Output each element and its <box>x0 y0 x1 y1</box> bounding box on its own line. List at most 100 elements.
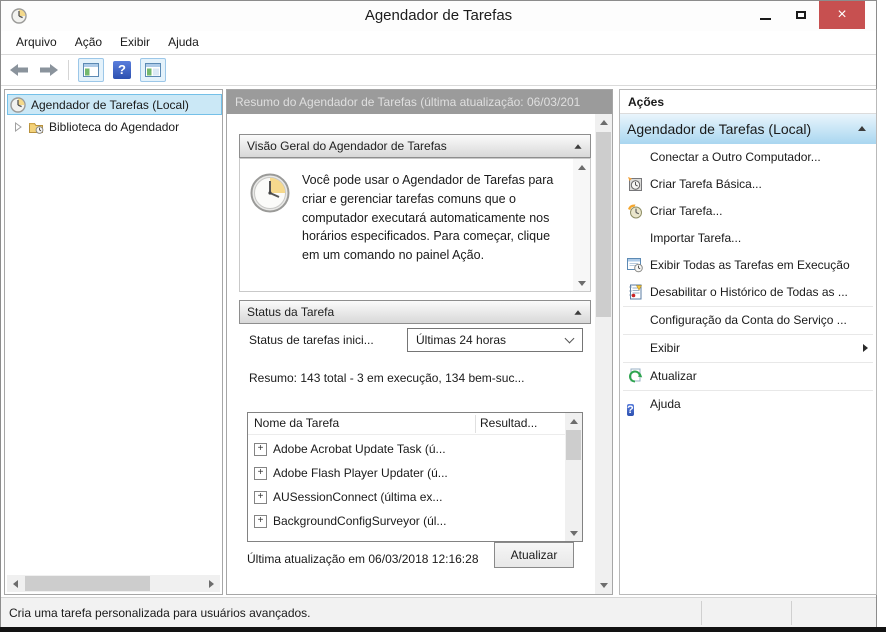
scroll-up-icon[interactable] <box>595 114 612 131</box>
overview-section-body: Você pode usar o Agendador de Tarefas pa… <box>239 158 591 292</box>
status-bar-divider <box>701 601 702 625</box>
table-header-row: Nome da Tarefa Resultad... <box>248 413 565 435</box>
status-bar-divider <box>791 601 792 625</box>
action-help[interactable]: ? Ajuda <box>620 391 876 418</box>
expand-plus-icon[interactable]: + <box>254 515 267 528</box>
create-task-icon <box>627 203 643 219</box>
scroll-down-icon[interactable] <box>573 275 590 291</box>
action-label: Conectar a Outro Computador... <box>650 150 821 164</box>
menu-ajuda[interactable]: Ajuda <box>159 31 208 54</box>
show-action-pane-button[interactable] <box>140 58 166 82</box>
expand-plus-icon[interactable]: + <box>254 467 267 480</box>
action-label: Ajuda <box>650 397 681 411</box>
status-bar-text: Cria uma tarefa personalizada para usuár… <box>9 598 311 628</box>
scrollbar-thumb[interactable] <box>566 430 581 460</box>
expand-plus-icon[interactable]: + <box>254 443 267 456</box>
table-row[interactable]: +AUSessionConnect (última ex... <box>248 485 564 509</box>
actions-title: Ações <box>620 90 876 114</box>
summary-vertical-scrollbar[interactable] <box>595 114 612 594</box>
action-disable-history[interactable]: Desabilitar o Histórico de Todas as ... <box>620 279 876 306</box>
running-tasks-icon <box>627 257 643 273</box>
toolbar: ? <box>1 55 876 86</box>
toolbar-separator <box>68 60 69 80</box>
column-divider[interactable] <box>475 415 476 433</box>
scroll-right-icon[interactable] <box>203 575 220 592</box>
table-scrollbar[interactable] <box>565 413 582 541</box>
overview-scrollbar[interactable] <box>573 159 590 291</box>
menu-bar: Arquivo Ação Exibir Ajuda <box>1 31 876 55</box>
table-row[interactable]: + BackgroundConfigSurveyor (úl... <box>248 509 564 533</box>
scrollbar-thumb[interactable] <box>596 132 611 317</box>
tree-item-root[interactable]: Agendador de Tarefas (Local) <box>5 94 222 115</box>
tree-horizontal-scrollbar[interactable] <box>7 575 220 592</box>
help-icon: ? <box>113 61 131 79</box>
clock-icon <box>10 97 26 113</box>
back-arrow-icon[interactable] <box>9 62 31 78</box>
menu-acao[interactable]: Ação <box>66 31 111 54</box>
last-update-text: Última atualização em 06/03/2018 12:16:2… <box>247 552 479 566</box>
action-create-task[interactable]: Criar Tarefa... <box>620 198 876 225</box>
refresh-button[interactable]: Atualizar <box>494 542 574 568</box>
menu-arquivo[interactable]: Arquivo <box>7 31 66 54</box>
collapse-icon[interactable] <box>574 310 581 315</box>
menu-exibir[interactable]: Exibir <box>111 31 159 54</box>
tree-item-library[interactable]: Biblioteca do Agendador <box>5 116 222 137</box>
scroll-up-icon[interactable] <box>573 159 590 175</box>
task-name: Adobe Flash Player Updater (ú... <box>273 466 448 480</box>
forward-arrow-icon[interactable] <box>37 62 59 78</box>
action-label: Importar Tarefa... <box>650 231 741 245</box>
scroll-down-icon[interactable] <box>565 525 582 541</box>
console-tree-panel: Agendador de Tarefas (Local) Biblioteca … <box>4 89 223 595</box>
history-icon <box>627 284 643 300</box>
overview-clock-icon <box>250 173 290 213</box>
column-header-name[interactable]: Nome da Tarefa <box>254 413 339 434</box>
action-import-task[interactable]: Importar Tarefa... <box>620 225 876 252</box>
action-create-basic-task[interactable]: Criar Tarefa Básica... <box>620 171 876 198</box>
action-label: Atualizar <box>650 369 697 383</box>
action-label: Criar Tarefa... <box>650 204 722 218</box>
collapse-icon[interactable] <box>574 144 581 149</box>
console-tree-icon <box>83 63 99 77</box>
submenu-arrow-icon <box>863 344 868 352</box>
expand-plus-icon[interactable]: + <box>254 491 267 504</box>
time-range-dropdown[interactable]: Últimas 24 horas <box>407 328 583 352</box>
task-name: BackgroundConfigSurveyor (úl... <box>273 514 446 528</box>
dropdown-value: Últimas 24 horas <box>416 333 506 347</box>
table-row[interactable]: + Adobe Acrobat Update Task (ú... <box>248 437 564 461</box>
window-title: Agendador de Tarefas <box>1 1 876 31</box>
action-view-submenu[interactable]: Exibir <box>620 335 876 362</box>
overview-description: Você pode usar o Agendador de Tarefas pa… <box>302 171 566 265</box>
action-label: Criar Tarefa Básica... <box>650 177 762 191</box>
column-header-result[interactable]: Resultad... <box>480 413 537 434</box>
action-label: Configuração da Conta do Serviço ... <box>650 313 847 327</box>
scroll-down-icon[interactable] <box>595 577 612 594</box>
maximize-button[interactable] <box>783 1 819 29</box>
expander-icon[interactable] <box>13 122 23 132</box>
action-label: Exibir <box>650 341 680 355</box>
action-refresh[interactable]: Atualizar <box>620 363 876 390</box>
scrollbar-thumb[interactable] <box>25 576 150 591</box>
collapse-icon[interactable] <box>858 126 866 131</box>
actions-group-header[interactable]: Agendador de Tarefas (Local) <box>620 114 876 144</box>
task-table: Nome da Tarefa Resultad... + Adobe Acroba… <box>247 412 583 542</box>
table-row[interactable]: + Adobe Flash Player Updater (ú... <box>248 461 564 485</box>
scroll-up-icon[interactable] <box>565 413 582 429</box>
tree-library-label: Biblioteca do Agendador <box>49 120 179 134</box>
action-service-account-config[interactable]: Configuração da Conta do Serviço ... <box>620 307 876 334</box>
action-label: Desabilitar o Histórico de Todas as ... <box>650 285 848 299</box>
action-show-running-tasks[interactable]: Exibir Todas as Tarefas em Execução <box>620 252 876 279</box>
close-button[interactable]: × <box>819 1 865 29</box>
help-toolbar-button[interactable]: ? <box>110 59 134 81</box>
tree-root-label: Agendador de Tarefas (Local) <box>31 98 189 112</box>
action-connect-computer[interactable]: Conectar a Outro Computador... <box>620 144 876 171</box>
actions-panel: Ações Agendador de Tarefas (Local) Conec… <box>619 89 877 595</box>
status-bar: Cria uma tarefa personalizada para usuár… <box>1 597 876 628</box>
scroll-left-icon[interactable] <box>7 575 24 592</box>
task-status-section-header[interactable]: Status da Tarefa <box>239 300 591 324</box>
overview-section-header[interactable]: Visão Geral do Agendador de Tarefas <box>239 134 591 158</box>
show-console-tree-button[interactable] <box>78 58 104 82</box>
library-folder-icon <box>28 119 44 135</box>
chevron-down-icon <box>565 334 575 344</box>
minimize-button[interactable] <box>747 1 783 29</box>
task-name: Adobe Acrobat Update Task (ú... <box>273 442 446 456</box>
